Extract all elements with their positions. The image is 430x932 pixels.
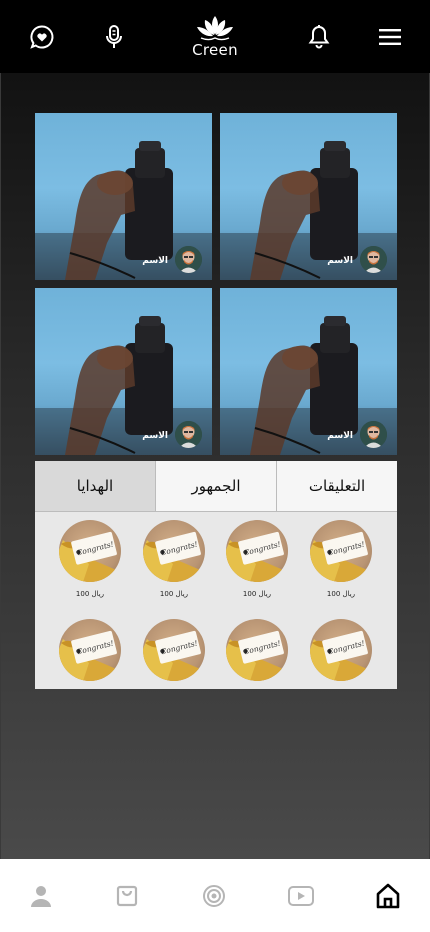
- gift-icon: Congrats!: [59, 619, 121, 681]
- streamer-name: الاسم: [142, 431, 168, 441]
- bottom-nav: [0, 859, 430, 932]
- gift-icon: Congrats!: [226, 520, 288, 582]
- target-icon[interactable]: [199, 881, 229, 911]
- gift-icon: Congrats!: [143, 520, 205, 582]
- stream-tile[interactable]: الاسم: [35, 113, 212, 280]
- profile-icon[interactable]: [26, 881, 56, 911]
- interaction-panel: الهدايا الجمهور التعليقات Congrats! 100 ر…: [35, 461, 397, 689]
- microphone-icon[interactable]: [99, 22, 129, 52]
- stream-tile[interactable]: الاسم: [35, 288, 212, 455]
- brand-name: Creen: [192, 41, 238, 59]
- gift-item[interactable]: Congrats! 100 ريال: [58, 520, 122, 598]
- streamer-name: الاسم: [327, 431, 353, 441]
- gift-icon: Congrats!: [59, 520, 121, 582]
- top-bar: Creen: [0, 0, 430, 73]
- gift-item[interactable]: Congrats!: [309, 619, 373, 689]
- panel-tabs: الهدايا الجمهور التعليقات: [35, 461, 397, 512]
- gift-icon: Congrats!: [226, 619, 288, 681]
- avatar[interactable]: [175, 246, 202, 273]
- home-icon[interactable]: [373, 881, 403, 911]
- gift-price: 100 ريال: [159, 590, 189, 598]
- gift-icon: Congrats!: [310, 520, 372, 582]
- gift-item[interactable]: Congrats! 100 ريال: [225, 520, 289, 598]
- streamer-name: الاسم: [327, 256, 353, 266]
- gift-item[interactable]: Congrats!: [58, 619, 122, 689]
- gift-icon: Congrats!: [143, 619, 205, 681]
- brand-logo[interactable]: Creen: [185, 14, 245, 62]
- heart-chat-icon[interactable]: [27, 22, 57, 52]
- gift-item[interactable]: Congrats!: [142, 619, 206, 689]
- avatar[interactable]: [175, 421, 202, 448]
- stream-grid: الاسم الاسم الاسم الاسم: [35, 113, 397, 458]
- stream-tile[interactable]: الاسم: [220, 113, 397, 280]
- gift-list: Congrats! 100 ريال Congrats! 100 ريال Congra…: [35, 512, 397, 689]
- play-video-icon[interactable]: [286, 881, 316, 911]
- avatar[interactable]: [360, 246, 387, 273]
- tab-audience[interactable]: الجمهور: [155, 461, 276, 511]
- tab-comments[interactable]: التعليقات: [276, 461, 397, 511]
- gift-item[interactable]: Congrats!: [225, 619, 289, 689]
- stream-tile[interactable]: الاسم: [220, 288, 397, 455]
- main-content: الاسم الاسم الاسم الاسم الهدايا الجمهور …: [0, 73, 430, 859]
- avatar[interactable]: [360, 421, 387, 448]
- gift-price: 100 ريال: [326, 590, 356, 598]
- gift-item[interactable]: Congrats! 100 ريال: [309, 520, 373, 598]
- gift-item[interactable]: Congrats! 100 ريال: [142, 520, 206, 598]
- streamer-name: الاسم: [142, 256, 168, 266]
- menu-icon[interactable]: [375, 22, 405, 52]
- gift-price: 100 ريال: [75, 590, 105, 598]
- lotus-logo: [197, 16, 233, 41]
- tab-gifts[interactable]: الهدايا: [35, 461, 155, 511]
- bell-icon[interactable]: [304, 22, 334, 52]
- gift-icon: Congrats!: [310, 619, 372, 681]
- gift-price: 100 ريال: [242, 590, 272, 598]
- shopping-bag-icon[interactable]: [112, 881, 142, 911]
